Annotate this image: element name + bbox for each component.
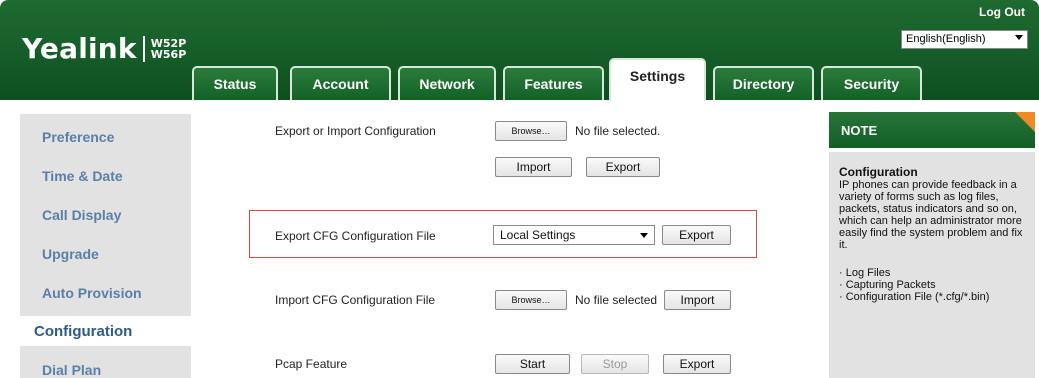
pcap-label: Pcap Feature	[275, 357, 348, 371]
sidebar-item-dial-plan[interactable]: Dial Plan	[42, 362, 101, 378]
export-import-label: Export or Import Configuration	[275, 124, 436, 138]
tab-settings[interactable]: Settings	[609, 58, 706, 101]
tab-security[interactable]: Security	[821, 66, 922, 100]
sidebar-item-configuration[interactable]: Configuration	[20, 316, 193, 346]
note-panel: NOTE Configuration IP phones can provide…	[829, 112, 1035, 378]
list-item: · Configuration File (*.cfg/*.bin)	[839, 291, 990, 303]
sidebar-item-time-date[interactable]: Time & Date	[42, 168, 123, 184]
model-line-2: W56P	[150, 47, 187, 61]
import-button[interactable]: Import	[495, 157, 572, 177]
browse-button[interactable]: Browse…	[495, 121, 567, 141]
pcap-export-button[interactable]: Export	[663, 354, 731, 374]
pcap-start-button[interactable]: Start	[495, 354, 570, 374]
chevron-down-icon	[640, 233, 648, 238]
tab-account[interactable]: Account	[290, 66, 391, 100]
note-description: IP phones can provide feedback in a vari…	[839, 179, 1023, 251]
import-cfg-button[interactable]: Import	[664, 290, 731, 310]
pcap-stop-button[interactable]: Stop	[581, 354, 649, 374]
cfg-source-select[interactable]: Local Settings	[493, 225, 655, 245]
sidebar: Preference Time & Date Call Display Upgr…	[0, 100, 193, 378]
logout-link[interactable]: Log Out	[979, 5, 1025, 19]
language-value: English(English)	[906, 33, 986, 45]
logo-text: Yealink	[22, 32, 137, 65]
tab-features[interactable]: Features	[503, 66, 604, 100]
note-list: · Log Files · Capturing Packets · Config…	[839, 267, 1025, 303]
export-cfg-button[interactable]: Export	[662, 225, 731, 245]
language-select[interactable]: English(English)	[901, 30, 1028, 49]
brand-logo: Yealink W52P W56P	[22, 32, 186, 65]
export-cfg-label: Export CFG Configuration File	[275, 229, 436, 243]
note-body: Configuration IP phones can provide feed…	[829, 152, 1035, 378]
list-item: · Capturing Packets	[839, 279, 936, 291]
list-item: · Log Files	[839, 267, 891, 279]
model-names: W52P W56P	[151, 38, 187, 60]
tab-network[interactable]: Network	[398, 66, 496, 100]
note-corner-icon	[1015, 112, 1035, 132]
cfg-source-value: Local Settings	[500, 228, 576, 242]
tab-directory[interactable]: Directory	[713, 66, 814, 100]
cfg-file-status-text: No file selected	[575, 293, 658, 307]
chevron-down-icon	[1015, 35, 1023, 40]
model-line-1: W52P	[150, 36, 187, 50]
note-heading: NOTE	[829, 112, 1035, 148]
sidebar-item-upgrade[interactable]: Upgrade	[42, 246, 99, 262]
import-cfg-label: Import CFG Configuration File	[275, 293, 436, 307]
file-status-text: No file selected.	[575, 124, 661, 138]
sidebar-item-call-display[interactable]: Call Display	[42, 207, 121, 223]
sidebar-item-auto-provision[interactable]: Auto Provision	[42, 285, 142, 301]
export-button[interactable]: Export	[586, 157, 660, 177]
note-title: Configuration	[839, 165, 918, 179]
logo-divider	[142, 35, 145, 62]
tab-status[interactable]: Status	[192, 66, 278, 100]
browse-cfg-button[interactable]: Browse…	[495, 290, 567, 310]
sidebar-item-preference[interactable]: Preference	[42, 129, 114, 145]
